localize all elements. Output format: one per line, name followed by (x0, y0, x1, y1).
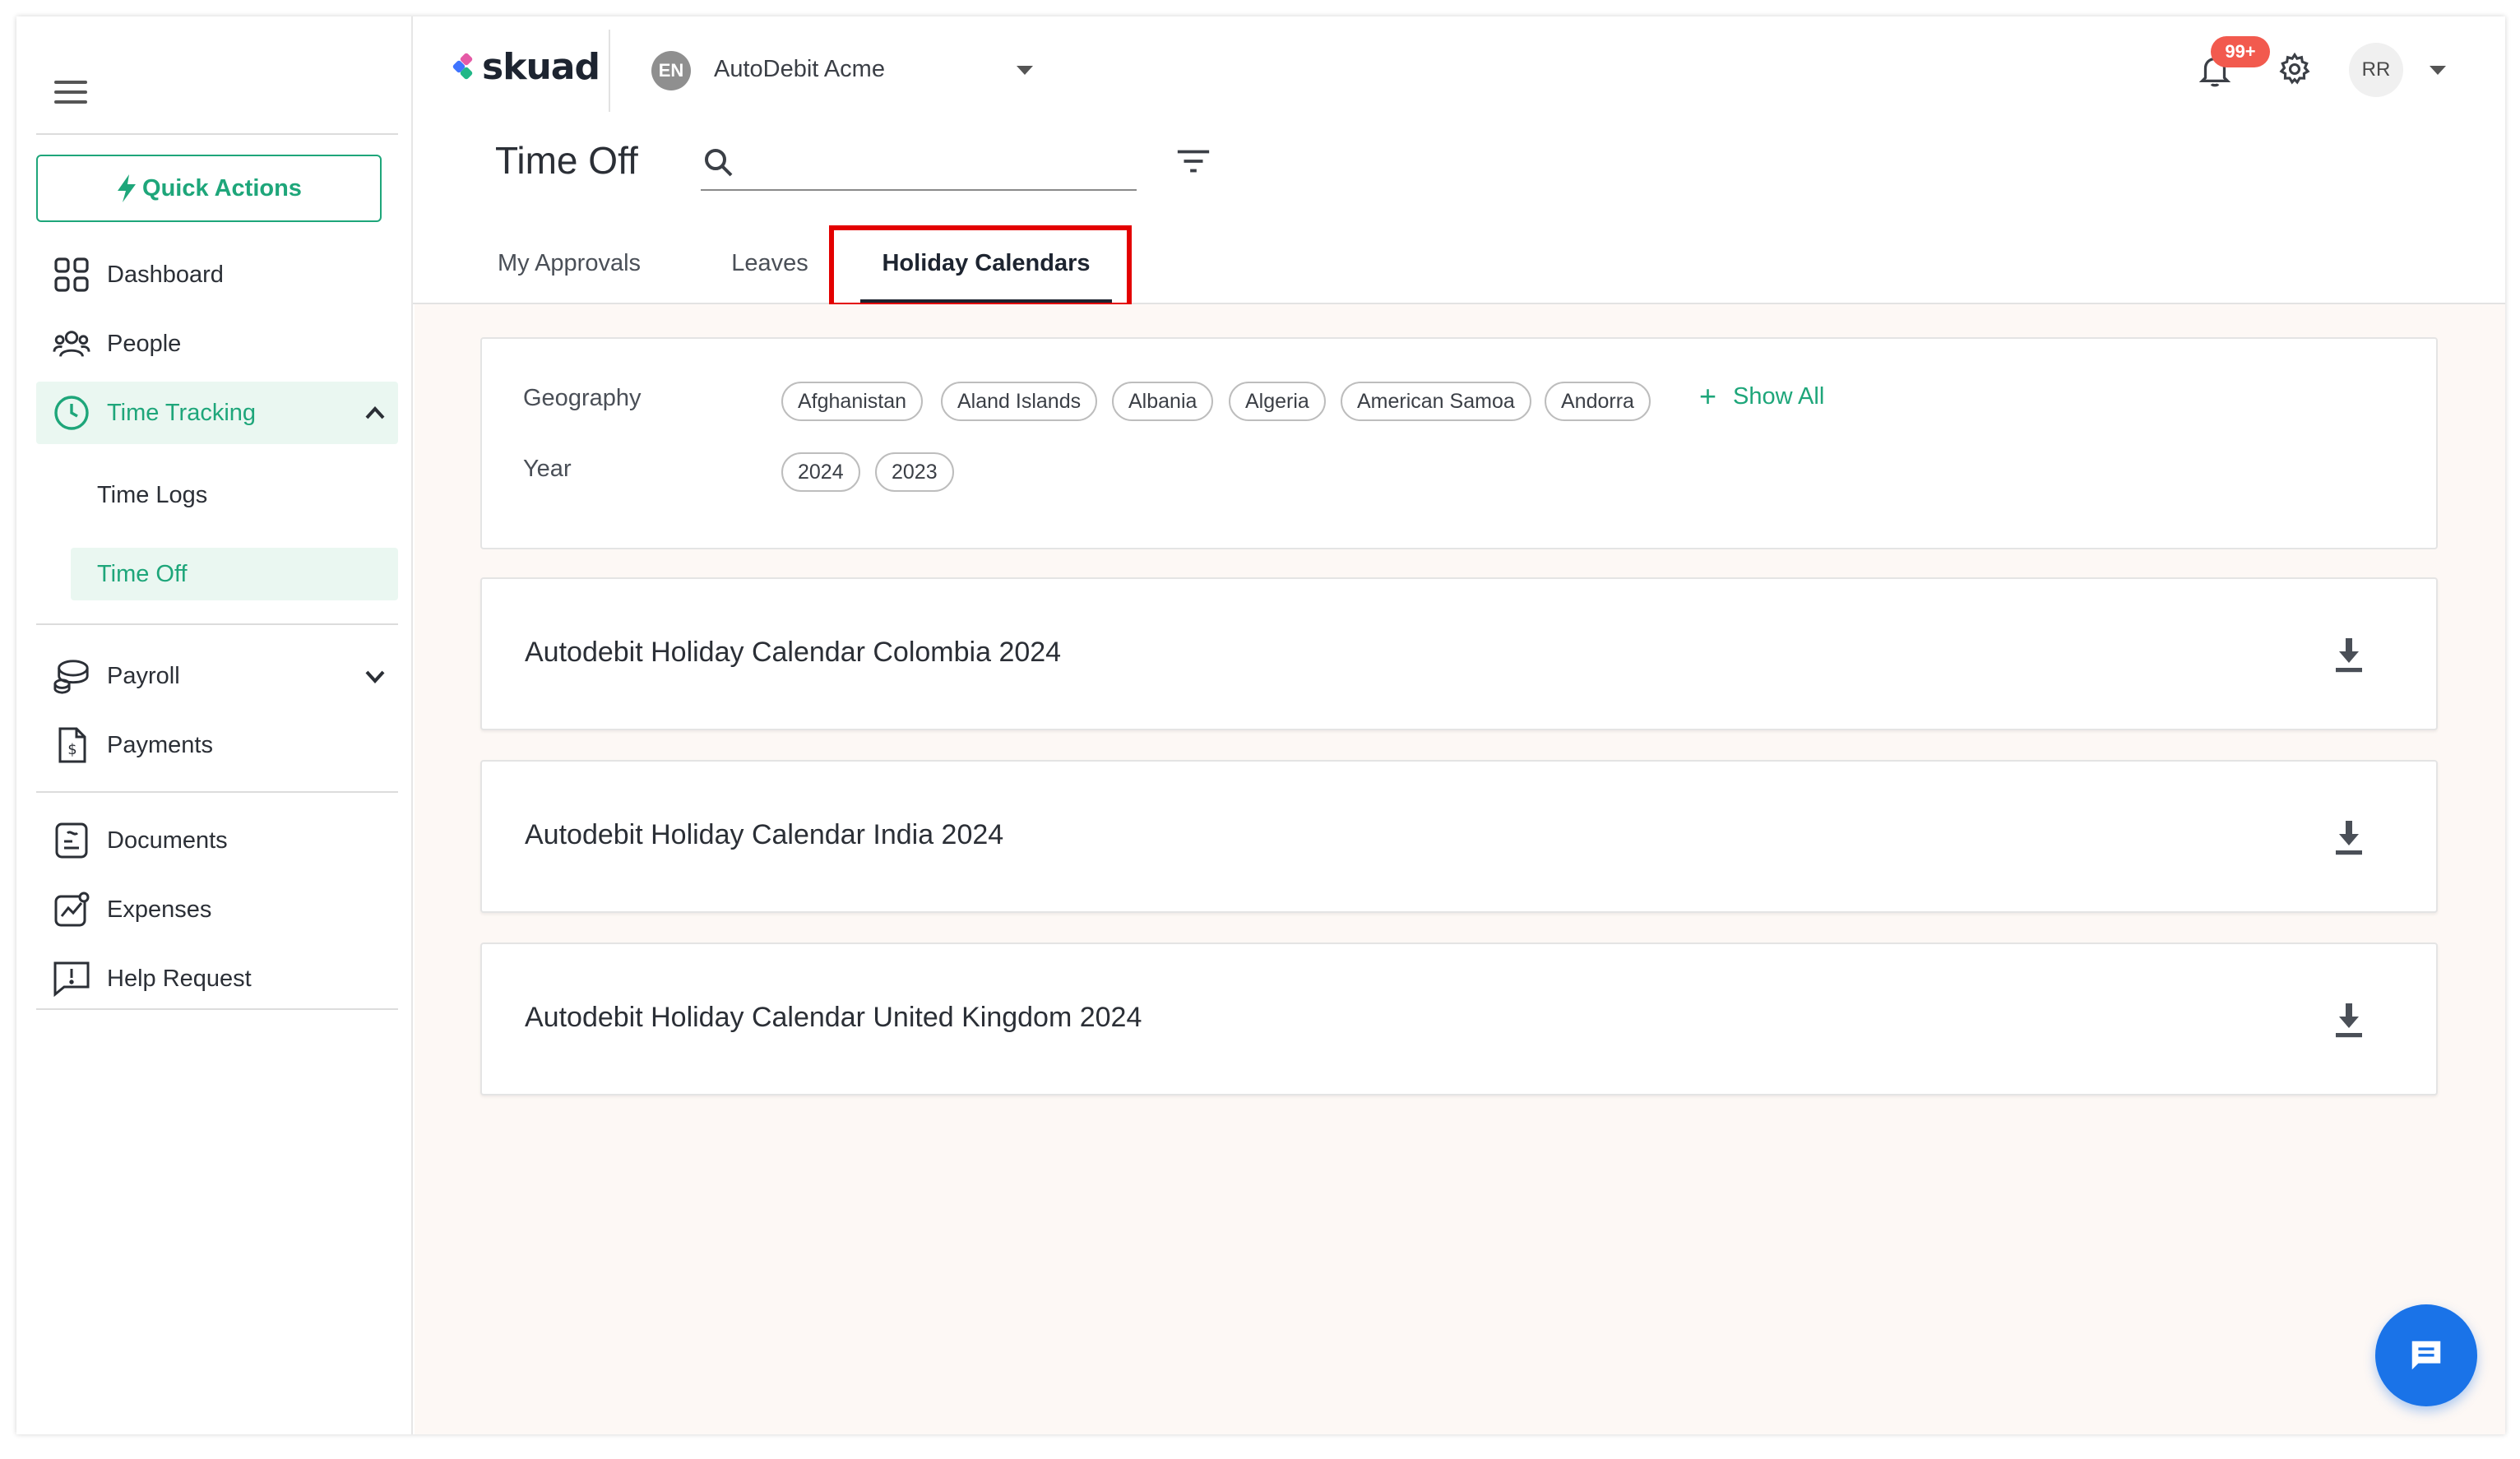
dollar-document-icon: $ (53, 726, 90, 764)
sidebar-item-label: Time Tracking (107, 399, 257, 426)
calendar-title: Autodebit Holiday Calendar India 2024 (525, 819, 1004, 850)
coins-icon (53, 657, 90, 695)
tab-leaves[interactable]: Leaves (712, 224, 827, 303)
sidebar-item-documents[interactable]: Documents (36, 809, 398, 872)
sidebar-divider (36, 791, 398, 793)
header-separator (609, 30, 610, 112)
sidebar-divider (36, 133, 398, 135)
quick-actions-button[interactable]: Quick Actions (36, 155, 382, 222)
sidebar-item-label: Documents (107, 827, 228, 854)
highlight-box (829, 225, 1132, 308)
sidebar-item-expenses[interactable]: Expenses (36, 878, 398, 941)
search-icon (705, 149, 733, 177)
geography-chip[interactable]: Aland Islands (941, 382, 1098, 421)
sidebar-item-time-off[interactable]: Time Off (71, 548, 398, 600)
sidebar-item-dashboard[interactable]: Dashboard (36, 243, 398, 306)
svg-text:$: $ (67, 741, 76, 758)
geography-chip[interactable]: Afghanistan (781, 382, 924, 421)
skuad-logo[interactable]: skuad (452, 45, 600, 88)
calendar-title: Autodebit Holiday Calendar United Kingdo… (525, 1002, 1142, 1033)
calendar-card[interactable]: Autodebit Holiday Calendar India 2024 (480, 760, 2438, 913)
calendar-title: Autodebit Holiday Calendar Colombia 2024 (525, 637, 1062, 668)
sidebar-item-payments[interactable]: $ Payments (36, 714, 398, 776)
chat-icon (2411, 1341, 2441, 1370)
sidebar-item-time-tracking[interactable]: Time Tracking (36, 382, 398, 444)
lightning-icon (118, 174, 137, 202)
sidebar-item-help-request[interactable]: Help Request (36, 947, 398, 1010)
chevron-up-icon[interactable] (362, 400, 388, 426)
sidebar-divider (36, 623, 398, 625)
document-icon (53, 822, 90, 859)
quick-actions-label: Quick Actions (142, 174, 302, 201)
tab-label: Leaves (731, 249, 808, 276)
hamburger-icon[interactable] (54, 81, 87, 105)
geography-chip[interactable]: American Samoa (1341, 382, 1531, 421)
people-icon (53, 325, 90, 363)
sidebar-item-label: Dashboard (107, 261, 224, 288)
geography-chip[interactable]: Andorra (1545, 382, 1651, 421)
user-menu-caret-icon[interactable] (2430, 66, 2446, 75)
notification-count-badge: 99+ (2211, 36, 2270, 67)
sidebar-item-people[interactable]: People (36, 313, 398, 375)
plus-icon: + (1699, 379, 1717, 413)
tab-bar: My Approvals Leaves Holiday Calendars (413, 224, 2505, 304)
org-name[interactable]: AutoDebit Acme (714, 56, 885, 83)
show-all-button[interactable]: + Show All (1699, 382, 1824, 411)
sidebar-item-payroll[interactable]: Payroll (36, 645, 398, 707)
sidebar-item-label: Time Off (97, 560, 188, 587)
geography-label: Geography (523, 385, 642, 411)
tab-label: My Approvals (497, 249, 642, 276)
sidebar-item-label: Help Request (107, 965, 252, 992)
search-field[interactable] (701, 138, 1137, 191)
chat-button[interactable] (2375, 1304, 2477, 1406)
filter-icon[interactable] (1174, 146, 1212, 176)
calendar-card[interactable]: Autodebit Holiday Calendar Colombia 2024 (480, 577, 2438, 730)
page-title: Time Off (495, 139, 638, 182)
org-dropdown-caret-icon[interactable] (1017, 66, 1033, 75)
sidebar-item-label: Payroll (107, 662, 180, 689)
show-all-label: Show All (1733, 382, 1825, 410)
clock-icon (53, 394, 90, 432)
sidebar-item-label: People (107, 330, 182, 357)
filter-panel: Geography Afghanistan Aland Islands Alba… (480, 337, 2438, 549)
sidebar-item-label: Time Logs (97, 481, 208, 508)
download-icon[interactable] (2332, 819, 2365, 857)
sidebar-item-label: Payments (107, 731, 213, 758)
logo-mark-icon (452, 52, 479, 81)
sidebar-item-time-logs[interactable]: Time Logs (71, 469, 398, 521)
sidebar-item-label: Expenses (107, 896, 212, 923)
chart-icon (53, 891, 90, 929)
org-language-badge: EN (651, 51, 691, 90)
download-icon[interactable] (2332, 1002, 2365, 1040)
chevron-down-icon[interactable] (362, 663, 388, 689)
year-label: Year (523, 456, 572, 482)
geography-chip[interactable]: Algeria (1229, 382, 1326, 421)
logo-text: skuad (482, 45, 600, 88)
user-avatar[interactable]: RR (2349, 43, 2403, 97)
calendar-card[interactable]: Autodebit Holiday Calendar United Kingdo… (480, 943, 2438, 1095)
download-icon[interactable] (2332, 637, 2365, 674)
year-chip[interactable]: 2024 (781, 452, 860, 492)
sidebar: Quick Actions Dashboard People Time Trac… (16, 16, 413, 1434)
tab-my-approvals[interactable]: My Approvals (487, 224, 651, 303)
gear-icon[interactable] (2277, 51, 2313, 87)
search-input[interactable] (747, 145, 1125, 181)
sidebar-divider (36, 1008, 398, 1010)
geography-chip[interactable]: Albania (1112, 382, 1214, 421)
alert-message-icon (53, 960, 90, 998)
grid-icon (53, 256, 90, 294)
year-chip[interactable]: 2023 (875, 452, 954, 492)
